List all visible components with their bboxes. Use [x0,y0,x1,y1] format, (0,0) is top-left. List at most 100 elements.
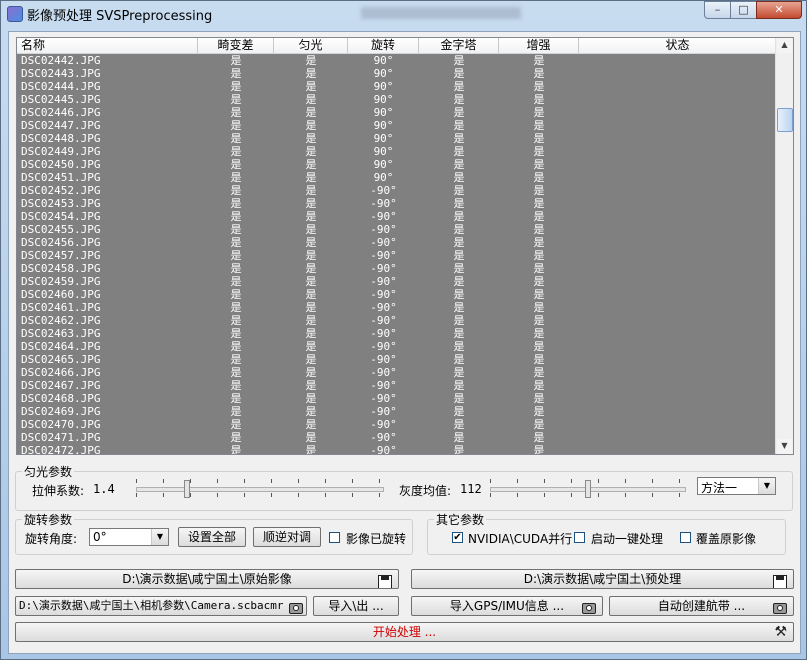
table-row[interactable]: DSC02456.JPG 是 是 -90° 是 是 [17,236,777,249]
output-path-button[interactable]: D:\演示数据\咸宁国土\预处理 [411,569,794,589]
scroll-up-icon[interactable]: ▲ [777,38,792,53]
table-row[interactable]: DSC02444.JPG 是 是 90° 是 是 [17,80,777,93]
swap-direction-button[interactable]: 顺逆对调 [253,527,321,547]
cell-dodging: 是 [305,236,317,249]
table-row[interactable]: DSC02464.JPG 是 是 -90° 是 是 [17,340,777,353]
list-vertical-scrollbar[interactable]: ▲ ▼ [775,38,793,454]
column-header-rotation[interactable]: 旋转 [348,38,419,53]
title-bar[interactable]: 影像预处理 SVSPreprocessing – □ ✕ [1,1,806,27]
auto-strip-button[interactable]: 自动创建航带 ... [609,596,794,616]
cell-distortion: 是 [230,93,242,106]
table-row[interactable]: DSC02447.JPG 是 是 90° 是 是 [17,119,777,132]
scroll-thumb[interactable] [777,108,793,132]
cell-enhance: 是 [533,67,545,80]
cell-enhance: 是 [533,301,545,314]
image-list[interactable]: 名称 畸变差 匀光 旋转 金字塔 增强 状态 DSC02442.JPG 是是 90°… [16,37,794,455]
column-header-dodging[interactable]: 匀光 [274,38,348,53]
cell-name: DSC02465.JPG [21,353,101,366]
table-row[interactable]: DSC02448.JPG 是 是 90° 是 是 [17,132,777,145]
cell-dodging: 是 [305,366,317,379]
cell-status [579,80,777,93]
cell-name: DSC02455.JPG [21,223,101,236]
camera-path-button[interactable]: D:\演示数据\咸宁国土\相机参数\Camera.scbacmr [15,596,307,616]
cell-enhance: 是 [533,392,545,405]
method-select[interactable]: 方法一 ▼ [697,477,776,495]
table-row[interactable]: DSC02445.JPG 是 是 90° 是 是 [17,93,777,106]
cell-rotation: -90° [370,418,397,431]
table-row[interactable]: DSC02443.JPG 是 是 90° 是 是 [17,67,777,80]
cell-dodging: 是 [305,327,317,340]
rotated-checkbox[interactable] [329,532,340,543]
one-click-checkbox[interactable] [574,532,585,543]
cell-dodging: 是 [305,301,317,314]
table-row[interactable]: DSC02450.JPG 是 是 90° 是 是 [17,158,777,171]
cell-rotation: -90° [370,366,397,379]
table-row[interactable]: DSC02463.JPG 是 是 -90° 是 是 [17,327,777,340]
column-header-name[interactable]: 名称 [17,38,198,53]
cuda-checkbox[interactable]: ✔ [452,532,463,543]
chevron-down-icon[interactable]: ▼ [151,529,168,545]
cell-pyramid: 是 [453,93,465,106]
cell-distortion: 是 [230,54,242,67]
cell-name: DSC02456.JPG [21,236,101,249]
start-processing-button[interactable]: 开始处理 ... ⚒ [15,622,794,642]
gray-mean-slider[interactable] [490,478,686,498]
table-row[interactable]: DSC02454.JPG 是 是 -90° 是 是 [17,210,777,223]
column-header-distortion[interactable]: 畸变差 [198,38,274,53]
cell-pyramid: 是 [453,158,465,171]
table-row[interactable]: DSC02455.JPG 是 是 -90° 是 是 [17,223,777,236]
close-button[interactable]: ✕ [756,1,802,19]
cell-rotation: -90° [370,223,397,236]
table-row[interactable]: DSC02467.JPG 是 是 -90° 是 是 [17,379,777,392]
table-row[interactable]: DSC02458.JPG 是 是 -90° 是 是 [17,262,777,275]
table-row[interactable]: DSC02442.JPG 是 是 90° 是 是 [17,54,777,67]
set-all-button[interactable]: 设置全部 [178,527,246,547]
cell-dodging: 是 [305,210,317,223]
table-row[interactable]: DSC02470.JPG 是 是 -90° 是 是 [17,418,777,431]
chevron-down-icon[interactable]: ▼ [758,478,775,494]
table-row[interactable]: DSC02472.JPG 是 是 -90° 是 是 [17,444,777,454]
table-row[interactable]: DSC02466.JPG 是 是 -90° 是 是 [17,366,777,379]
gray-mean-slider-thumb[interactable] [585,480,591,498]
cell-pyramid: 是 [453,171,465,184]
column-header-status[interactable]: 状态 [579,38,777,53]
table-row[interactable]: DSC02469.JPG 是 是 -90° 是 是 [17,405,777,418]
cell-distortion: 是 [230,379,242,392]
cell-dodging: 是 [305,418,317,431]
table-row[interactable]: DSC02459.JPG 是 是 -90° 是 是 [17,275,777,288]
import-export-button[interactable]: 导入\出 ... [313,596,399,616]
slider-ticks [136,479,384,483]
cell-rotation: -90° [370,197,397,210]
table-row[interactable]: DSC02468.JPG 是 是 -90° 是 是 [17,392,777,405]
rotate-angle-select[interactable]: 0° ▼ [89,528,169,546]
source-path-button[interactable]: D:\演示数据\咸宁国土\原始影像 [15,569,399,589]
table-row[interactable]: DSC02451.JPG 是 是 90° 是 是 [17,171,777,184]
minimize-button[interactable]: – [704,1,731,19]
scroll-down-icon[interactable]: ▼ [777,439,792,454]
table-row[interactable]: DSC02446.JPG 是 是 90° 是 是 [17,106,777,119]
one-click-label: 启动一键处理 [591,532,664,546]
cell-enhance: 是 [533,106,545,119]
table-row[interactable]: DSC02452.JPG 是 是 -90° 是 是 [17,184,777,197]
column-header-pyramid[interactable]: 金字塔 [419,38,499,53]
cell-status [579,262,777,275]
table-row[interactable]: DSC02465.JPG 是 是 -90° 是 是 [17,353,777,366]
table-row[interactable]: DSC02460.JPG 是 是 -90° 是 是 [17,288,777,301]
overwrite-checkbox[interactable] [680,532,691,543]
table-row[interactable]: DSC02453.JPG 是 是 -90° 是 是 [17,197,777,210]
cell-enhance: 是 [533,288,545,301]
column-header-enhance[interactable]: 增强 [499,38,579,53]
stretch-slider-thumb[interactable] [184,480,190,498]
maximize-button[interactable]: □ [730,1,757,19]
table-row[interactable]: DSC02449.JPG 是 是 90° 是 是 [17,145,777,158]
table-row[interactable]: DSC02462.JPG 是 是 -90° 是 是 [17,314,777,327]
table-row[interactable]: DSC02457.JPG 是 是 -90° 是 是 [17,249,777,262]
cell-status [579,171,777,184]
import-gps-button[interactable]: 导入GPS/IMU信息 ... [411,596,603,616]
stretch-slider[interactable] [136,478,384,498]
table-row[interactable]: DSC02471.JPG 是 是 -90° 是 是 [17,431,777,444]
table-row[interactable]: DSC02461.JPG 是 是 -90° 是 是 [17,301,777,314]
cell-pyramid: 是 [453,418,465,431]
cell-enhance: 是 [533,132,545,145]
cell-status [579,275,777,288]
